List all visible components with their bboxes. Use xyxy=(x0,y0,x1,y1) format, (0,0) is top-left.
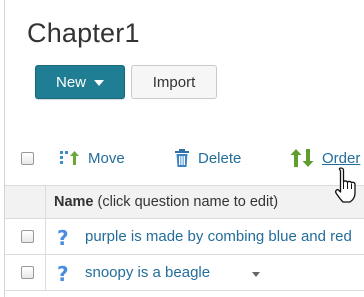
question-mark-icon: ? xyxy=(57,226,69,250)
question-name-link[interactable]: snoopy is a beagle xyxy=(85,264,210,281)
delete-label: Delete xyxy=(198,149,242,167)
chevron-down-icon xyxy=(94,80,104,86)
select-all-checkbox[interactable] xyxy=(21,152,34,165)
question-toolbar: Move Delete Order xyxy=(5,140,364,176)
hand-cursor-icon xyxy=(335,167,356,203)
import-button-label: Import xyxy=(152,73,196,91)
page-title: Chapter1 xyxy=(27,18,140,48)
column-divider xyxy=(45,219,46,254)
content-panel: Chapter1 New Import Move Delete Order Na… xyxy=(4,0,364,297)
question-name-link[interactable]: purple is made by combing blue and red xyxy=(85,228,352,245)
table-header: Name (click question name to edit) xyxy=(5,185,364,219)
name-header-label: Name xyxy=(54,194,94,210)
column-divider xyxy=(45,186,46,218)
name-header-hint: (click question name to edit) xyxy=(93,194,279,210)
column-divider xyxy=(45,255,46,290)
move-button[interactable]: Move xyxy=(59,148,125,168)
row-checkbox[interactable] xyxy=(21,230,34,243)
order-label: Order xyxy=(322,149,361,167)
name-column-header[interactable]: Name (click question name to edit) xyxy=(54,194,278,210)
new-button-label: New xyxy=(55,73,86,91)
table-row: ? purple is made by combing blue and red xyxy=(5,219,364,255)
move-icon xyxy=(60,151,79,165)
row-checkbox[interactable] xyxy=(21,266,34,279)
delete-button[interactable]: Delete xyxy=(173,148,241,168)
context-menu-chevron-icon[interactable] xyxy=(252,272,260,277)
move-label: Move xyxy=(88,149,125,167)
table-row: ? snoopy is a beagle xyxy=(5,255,364,291)
import-button[interactable]: Import xyxy=(131,65,217,99)
sort-arrows-icon xyxy=(290,149,314,167)
order-button[interactable]: Order xyxy=(289,148,360,168)
new-button[interactable]: New xyxy=(35,65,125,99)
trash-icon xyxy=(175,149,189,167)
question-mark-icon: ? xyxy=(57,262,69,286)
